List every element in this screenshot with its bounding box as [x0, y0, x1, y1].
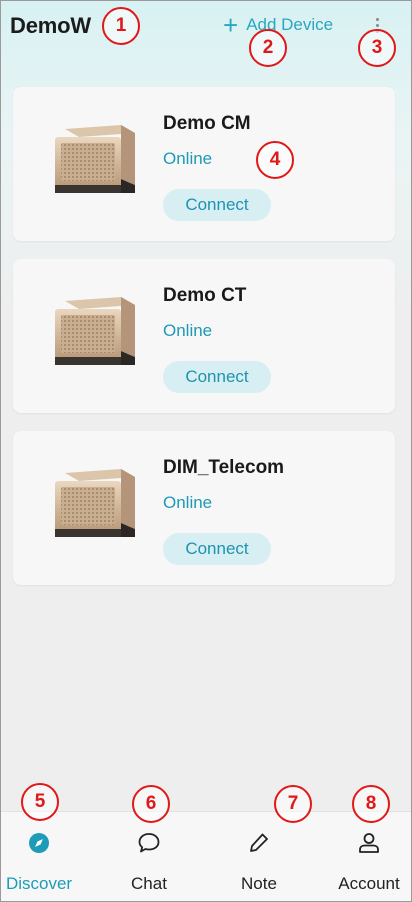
device-card[interactable]: DIM_Telecom Online Connect [13, 431, 395, 585]
annotation-marker: 4 [256, 141, 294, 179]
annotation-marker: 3 [358, 29, 396, 67]
connect-button[interactable]: Connect [163, 533, 271, 565]
compass-icon [29, 833, 49, 853]
nav-item-note[interactable]: Note [209, 812, 309, 901]
device-name: DIM_Telecom [163, 457, 285, 478]
device-status: Online [163, 149, 213, 168]
plus-icon: + [223, 10, 239, 40]
device-status: Online [163, 493, 213, 512]
device-name: Demo CT [163, 285, 247, 306]
pencil-icon [250, 833, 268, 852]
nav-label-note: Note [241, 874, 277, 893]
app-screen: DemoW + Add Device Demo CM Online Connec… [0, 0, 412, 902]
annotation-marker: 6 [132, 785, 170, 823]
annotation-marker: 2 [249, 29, 287, 67]
nav-label-discover: Discover [5, 874, 73, 893]
annotation-marker: 5 [21, 783, 59, 821]
device-card[interactable]: Demo CT Online Connect [13, 259, 395, 413]
bottom-nav: Discover Chat Note Account [1, 811, 411, 901]
top-bar: DemoW + Add Device [1, 1, 411, 57]
connect-button[interactable]: Connect [163, 189, 271, 221]
device-name: Demo CM [163, 113, 251, 134]
nav-item-account[interactable]: Account [319, 812, 411, 901]
annotation-marker: 7 [274, 785, 312, 823]
app-title: DemoW [10, 13, 91, 38]
more-vertical-icon [375, 17, 379, 21]
router-device-image [55, 297, 135, 365]
device-status: Online [163, 321, 213, 340]
device-card[interactable]: Demo CM Online Connect [13, 87, 395, 241]
chat-bubble-icon [138, 833, 160, 853]
router-device-image [55, 469, 135, 537]
nav-label-chat: Chat [131, 874, 167, 893]
nav-label-account: Account [338, 874, 400, 893]
router-device-image [55, 125, 135, 193]
annotation-marker: 8 [352, 785, 390, 823]
annotation-marker: 1 [102, 7, 140, 45]
nav-item-discover[interactable]: Discover [1, 812, 89, 901]
person-icon [359, 833, 379, 853]
connect-button[interactable]: Connect [163, 361, 271, 393]
nav-item-chat[interactable]: Chat [99, 812, 199, 901]
